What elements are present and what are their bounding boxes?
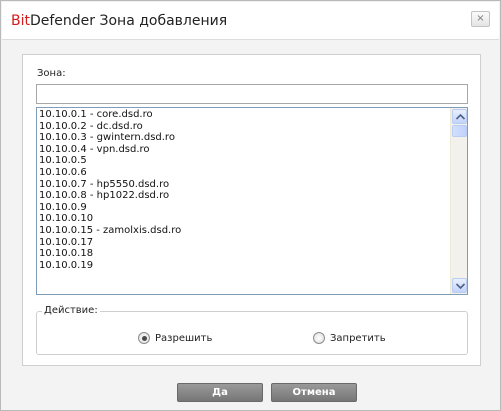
content-panel: Зона: 10.10.0.1 - core.dsd.ro 10.10.0.2 -…: [22, 54, 481, 366]
host-list-items: 10.10.0.1 - core.dsd.ro 10.10.0.2 - dc.ds…: [37, 109, 450, 271]
list-item[interactable]: 10.10.0.10: [37, 213, 450, 225]
title-text: Defender Зона добавления: [29, 13, 228, 29]
list-item[interactable]: 10.10.0.7 - hp5550.dsd.ro: [37, 179, 450, 191]
scroll-up-button[interactable]: [452, 109, 467, 124]
list-item[interactable]: 10.10.0.15 - zamolxis.dsd.ro: [37, 225, 450, 237]
list-item[interactable]: 10.10.0.18: [37, 248, 450, 260]
title-bar: BitDefender Зона добавления ×: [2, 2, 499, 40]
list-scrollbar[interactable]: [450, 108, 467, 294]
list-item[interactable]: 10.10.0.3 - gwintern.dsd.ro: [37, 132, 450, 144]
zone-input[interactable]: [36, 84, 468, 104]
list-item[interactable]: 10.10.0.19: [37, 260, 450, 272]
deny-radio-indicator[interactable]: [313, 332, 325, 344]
list-item[interactable]: 10.10.0.2 - dc.dsd.ro: [37, 121, 450, 133]
scroll-thumb[interactable]: [452, 125, 467, 137]
allow-radio[interactable]: Разрешить: [138, 331, 212, 345]
list-item[interactable]: 10.10.0.9: [37, 202, 450, 214]
deny-radio-label: Запретить: [330, 332, 386, 344]
allow-radio-indicator[interactable]: [138, 332, 150, 344]
chevron-up-icon: [456, 114, 465, 120]
scroll-down-button[interactable]: [452, 278, 467, 293]
cancel-button[interactable]: Отмена: [271, 383, 357, 402]
action-group: Действие: Разрешить Запретить: [36, 305, 468, 355]
title-brand: Bit: [11, 13, 30, 29]
list-item[interactable]: 10.10.0.1 - core.dsd.ro: [37, 109, 450, 121]
list-item[interactable]: 10.10.0.8 - hp1022.dsd.ro: [37, 190, 450, 202]
window-title: BitDefender Зона добавления: [11, 13, 227, 29]
add-zone-dialog: BitDefender Зона добавления × Зона: 10.1…: [0, 0, 501, 411]
ok-button[interactable]: Да: [177, 383, 263, 402]
host-list[interactable]: 10.10.0.1 - core.dsd.ro 10.10.0.2 - dc.ds…: [36, 107, 468, 295]
deny-radio[interactable]: Запретить: [313, 331, 386, 345]
list-item[interactable]: 10.10.0.6: [37, 167, 450, 179]
zone-label: Зона:: [37, 68, 66, 79]
action-legend: Действие:: [42, 305, 100, 316]
allow-radio-label: Разрешить: [155, 332, 213, 344]
list-item[interactable]: 10.10.0.17: [37, 237, 450, 249]
close-button[interactable]: ×: [471, 11, 490, 27]
close-icon: ×: [476, 13, 485, 24]
list-item[interactable]: 10.10.0.4 - vpn.dsd.ro: [37, 144, 450, 156]
chevron-down-icon: [456, 283, 465, 289]
list-item[interactable]: 10.10.0.5: [37, 155, 450, 167]
